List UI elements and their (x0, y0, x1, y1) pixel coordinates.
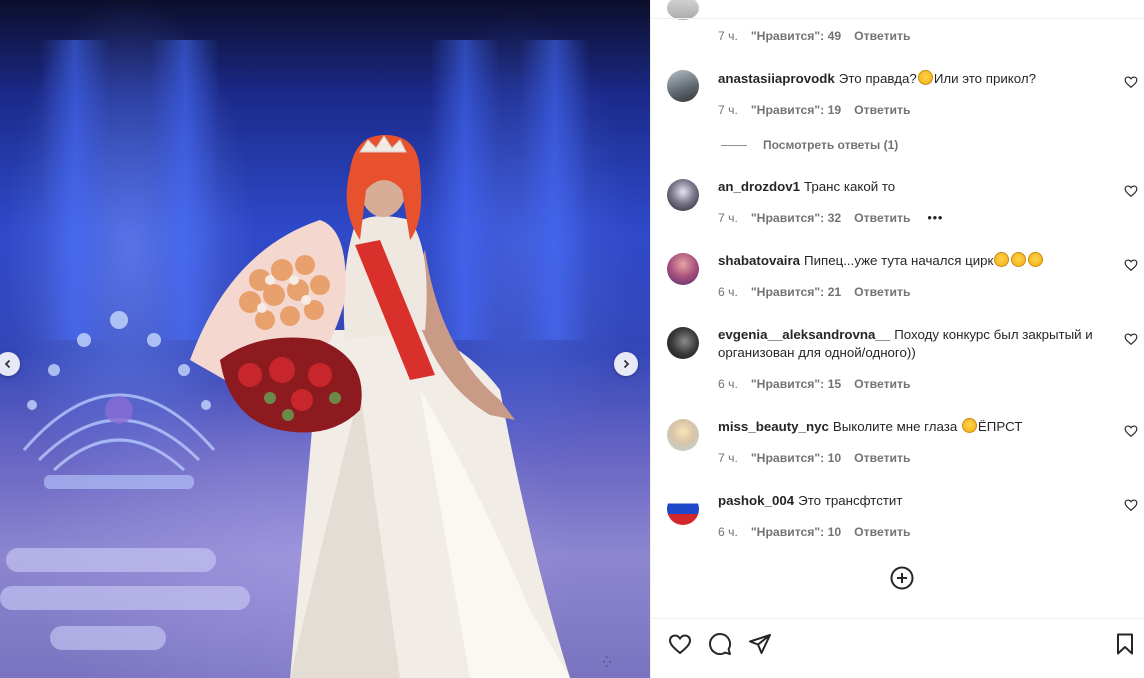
comment-bubble-icon[interactable] (708, 632, 732, 656)
comment-likes[interactable]: "Нравится": 10 (751, 451, 841, 465)
comment-likes[interactable]: "Нравится": 15 (751, 377, 841, 391)
comment-body: ЁПРСТ (977, 419, 1023, 434)
comment-username[interactable]: miss_beauty_nyc (718, 419, 829, 434)
avatar[interactable] (667, 179, 699, 211)
next-photo-button[interactable] (614, 352, 638, 376)
laughing-emoji-icon (994, 252, 1010, 267)
heart-outline-icon[interactable] (1124, 258, 1138, 272)
comment-body: Выколите мне глаза (832, 419, 958, 434)
watermark-dots: ⁛ (603, 657, 611, 668)
comment-likes[interactable]: "Нравится": 32 (751, 211, 841, 225)
heart-outline-icon[interactable] (1124, 498, 1138, 512)
comment-meta: 6 ч. "Нравится": 15 Ответить (718, 377, 924, 391)
comment-meta: 6 ч. "Нравится": 21 Ответить (718, 285, 924, 299)
comment-username[interactable]: shabatovaira (718, 253, 800, 268)
avatar[interactable] (667, 70, 699, 102)
comment-time: 6 ч. (718, 525, 738, 539)
comment-time: 7 ч. (718, 29, 738, 43)
comment-username[interactable]: evgenia__aleksandrovna__ (718, 327, 890, 342)
comment-time: 6 ч. (718, 285, 738, 299)
bookmark-icon[interactable] (1113, 632, 1137, 656)
chevron-left-icon (4, 359, 11, 369)
heart-outline-icon[interactable] (1124, 75, 1138, 89)
comment-meta: 7 ч. "Нравится": 49 Ответить (718, 29, 924, 43)
comment-username[interactable]: anastasiiaprovodk (718, 71, 835, 86)
blurred-text (50, 626, 166, 650)
reply-button[interactable]: Ответить (854, 377, 910, 391)
comment-time: 6 ч. (718, 377, 738, 391)
comment-text: an_drozdov1 Транс какой то (718, 178, 1106, 196)
comment-text: miss_beauty_nyc Выколите мне глаза ЁПРСТ (718, 418, 1106, 436)
paper-plane-icon[interactable] (748, 632, 772, 656)
view-replies-label: Посмотреть ответы (1) (763, 138, 899, 152)
comment-likes[interactable]: "Нравится": 10 (751, 525, 841, 539)
divider (721, 144, 747, 146)
comment-meta: 6 ч. "Нравится": 10 Ответить (718, 525, 924, 539)
comment-body: Это трансфтстит (798, 493, 903, 508)
divider (651, 18, 1144, 19)
comment-likes[interactable]: "Нравится": 49 (751, 29, 841, 43)
rolling-eyes-emoji-icon (961, 418, 977, 433)
reply-button[interactable]: Ответить (854, 525, 910, 539)
comment-time: 7 ч. (718, 103, 738, 117)
comment-body: Это правда? (838, 71, 917, 86)
reply-button[interactable]: Ответить (854, 29, 910, 43)
view-replies-button[interactable]: Посмотреть ответы (1) (721, 138, 898, 152)
avatar[interactable] (667, 0, 699, 20)
comment-meta: 7 ч. "Нравится": 32 Ответить ••• (718, 211, 956, 225)
chevron-right-icon (623, 359, 630, 369)
laughing-emoji-icon (1028, 252, 1044, 267)
comment-body: Или это прикол? (933, 71, 1037, 86)
reply-button[interactable]: Ответить (854, 103, 910, 117)
avatar[interactable] (667, 493, 699, 525)
comment-body: Транс какой то (804, 179, 896, 194)
reply-button[interactable]: Ответить (854, 451, 910, 465)
comment-time: 7 ч. (718, 211, 738, 225)
heart-outline-icon[interactable] (1124, 424, 1138, 438)
avatar[interactable] (667, 327, 699, 359)
comment-text: anastasiiaprovodk Это правда? Или это прик… (718, 70, 1106, 88)
stage-light (40, 40, 110, 340)
comment-time: 7 ч. (718, 451, 738, 465)
post-photo: ⁛ (0, 0, 650, 678)
heart-outline-icon[interactable] (1124, 332, 1138, 346)
avatar[interactable] (667, 253, 699, 285)
comment-text: evgenia__aleksandrovna__ Походу конкурс б… (718, 326, 1106, 362)
heart-icon[interactable] (668, 632, 692, 656)
pageant-winner-figure (190, 135, 570, 678)
comment-likes[interactable]: "Нравится": 21 (751, 285, 841, 299)
laughing-emoji-icon (1011, 252, 1027, 267)
plus-circle-icon[interactable] (890, 566, 914, 590)
comment-meta: 7 ч. "Нравится": 19 Ответить (718, 103, 924, 117)
comment-body: Пипец...уже тута начался цирк (804, 253, 994, 268)
comment-username[interactable]: pashok_004 (718, 493, 794, 508)
frowning-emoji-icon (917, 70, 933, 85)
heart-outline-icon[interactable] (1124, 184, 1138, 198)
comments-panel: 7 ч. "Нравится": 49 Ответить anastasiiap… (650, 0, 1144, 678)
more-options-button[interactable]: ••• (928, 211, 944, 225)
comment-username[interactable]: an_drozdov1 (718, 179, 800, 194)
reply-button[interactable]: Ответить (854, 285, 910, 299)
comment-text: shabatovaira Пипец...уже тута начался цир… (718, 252, 1106, 270)
reply-button[interactable]: Ответить (854, 211, 910, 225)
divider (651, 618, 1144, 619)
comment-text: pashok_004 Это трансфтстит (718, 492, 1106, 510)
avatar[interactable] (667, 419, 699, 451)
comment-likes[interactable]: "Нравится": 19 (751, 103, 841, 117)
comment-meta: 7 ч. "Нравится": 10 Ответить (718, 451, 924, 465)
